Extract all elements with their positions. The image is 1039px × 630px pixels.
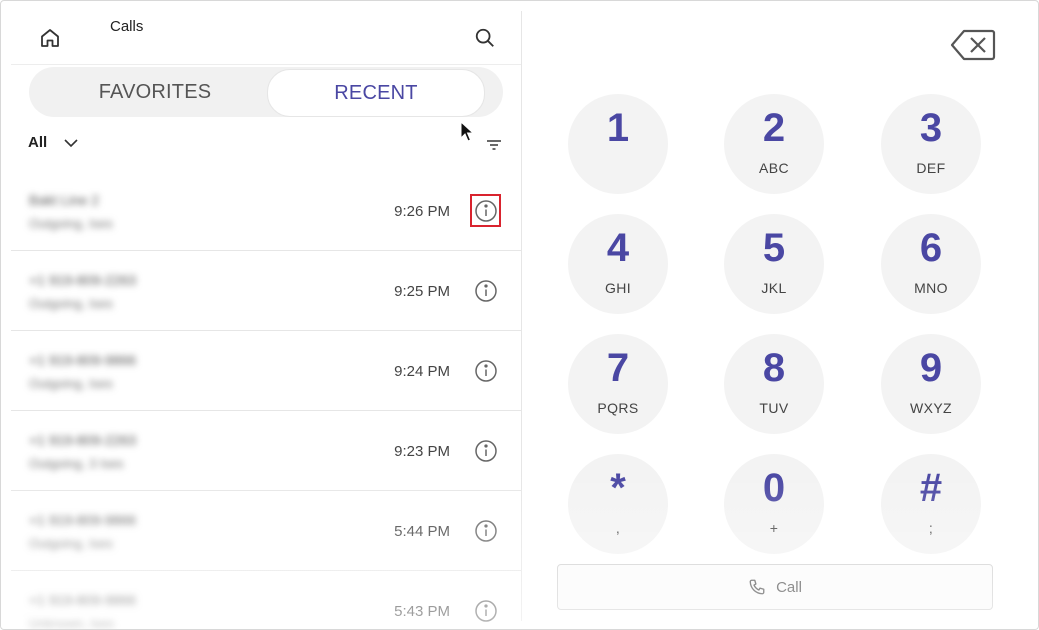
dialpad: 1 2 ABC 3 DEF 4 GHI 5 JKL 6 MNO 7 PQRS 8	[568, 94, 981, 554]
dial-letters: +	[769, 520, 779, 536]
mouse-cursor-icon	[460, 121, 474, 142]
dial-key-6[interactable]: 6 MNO	[881, 214, 981, 314]
call-name: +1 919-809-9866	[29, 352, 137, 368]
dial-key-3[interactable]: 3 DEF	[881, 94, 981, 194]
page-title: Calls	[110, 18, 144, 35]
call-name: +1 919-809-2263	[29, 272, 137, 288]
call-name: +1 919-809-9866	[29, 512, 137, 528]
call-row[interactable]: +1 919-809-9866 Unknown, Ises 5:43 PM	[11, 571, 521, 630]
call-time: 9:24 PM	[394, 363, 450, 380]
call-info-button[interactable]	[472, 437, 500, 465]
dial-key-0[interactable]: 0 +	[724, 454, 824, 554]
info-icon	[475, 520, 497, 542]
filter-label: All	[28, 134, 48, 151]
call-time: 5:44 PM	[394, 523, 450, 540]
call-detail: Outgoing, Ises	[29, 296, 113, 311]
call-detail: Outgoing, Ises	[29, 376, 113, 391]
home-button[interactable]	[35, 23, 65, 53]
call-detail: Unknown, Ises	[29, 616, 115, 630]
dial-key-2[interactable]: 2 ABC	[724, 94, 824, 194]
tab-recent[interactable]: RECENT	[267, 69, 485, 117]
backspace-button[interactable]	[949, 27, 997, 63]
call-info-button[interactable]	[472, 517, 500, 545]
dial-letters: TUV	[759, 400, 789, 416]
dial-digit: 8	[762, 346, 786, 390]
dial-letters: GHI	[604, 280, 632, 296]
sort-button[interactable]	[483, 134, 505, 156]
call-row[interactable]: +1 919-809-2263 Outgoing, 3 Ises 9:23 PM	[11, 411, 521, 491]
dial-digit: 0	[762, 466, 786, 510]
dial-letters: DEF	[916, 160, 946, 176]
call-info-button[interactable]	[472, 597, 500, 625]
call-info-button[interactable]	[470, 194, 501, 227]
call-time: 9:26 PM	[394, 203, 450, 220]
call-name: +1 919-809-2263	[29, 432, 137, 448]
dial-letters: MNO	[914, 280, 948, 296]
search-icon	[475, 28, 494, 47]
dial-letters: ;	[928, 520, 934, 536]
dial-digit: 3	[919, 106, 943, 150]
call-time: 9:23 PM	[394, 443, 450, 460]
call-detail: Outgoing, Ises	[29, 536, 113, 551]
dial-key-5[interactable]: 5 JKL	[724, 214, 824, 314]
dial-digit: 2	[762, 106, 786, 150]
dial-key-hash[interactable]: # ;	[881, 454, 981, 554]
dial-digit: 1	[606, 106, 630, 150]
dial-letters: ,	[615, 520, 621, 536]
call-row[interactable]: +1 919-809-9866 Outgoing, Ises 9:24 PM	[11, 331, 521, 411]
dial-letters: ABC	[759, 160, 789, 176]
app-window: Calls FAVORITES RECENT All Bakt Line 2 O…	[0, 0, 1039, 630]
call-button[interactable]: Call	[557, 564, 993, 610]
call-info-button[interactable]	[472, 357, 500, 385]
dial-digit: 6	[919, 226, 943, 270]
call-name: Bakt Line 2	[29, 192, 100, 208]
dial-letters: PQRS	[597, 400, 639, 416]
dial-key-7[interactable]: 7 PQRS	[568, 334, 668, 434]
phone-icon	[749, 579, 765, 595]
search-button[interactable]	[470, 23, 500, 53]
dial-letters: JKL	[761, 280, 787, 296]
tab-bar: FAVORITES RECENT	[29, 67, 503, 117]
dial-digit: *	[610, 466, 626, 510]
header-divider	[11, 64, 521, 65]
tab-favorites[interactable]: FAVORITES	[29, 69, 281, 115]
pane-divider	[521, 11, 522, 621]
dial-key-9[interactable]: 9 WXYZ	[881, 334, 981, 434]
call-time: 9:25 PM	[394, 283, 450, 300]
dial-key-4[interactable]: 4 GHI	[568, 214, 668, 314]
dial-key-8[interactable]: 8 TUV	[724, 334, 824, 434]
backspace-icon	[950, 29, 996, 61]
call-button-label: Call	[776, 578, 802, 596]
call-name: +1 919-809-9866	[29, 592, 137, 608]
info-icon	[475, 280, 497, 302]
info-icon	[475, 600, 497, 622]
dial-letters: WXYZ	[909, 400, 953, 416]
dial-digit: 7	[606, 346, 630, 390]
call-row[interactable]: +1 919-809-9866 Outgoing, Ises 5:44 PM	[11, 491, 521, 571]
call-time: 5:43 PM	[394, 603, 450, 620]
call-detail: Outgoing, 3 Ises	[29, 456, 124, 471]
dial-digit: 5	[762, 226, 786, 270]
info-icon	[474, 199, 497, 222]
call-detail: Outgoing, Ises	[29, 216, 113, 231]
recent-calls-list: Bakt Line 2 Outgoing, Ises 9:26 PM +1 91…	[11, 171, 521, 630]
home-icon	[41, 29, 59, 47]
filter-dropdown[interactable]: All	[28, 134, 79, 151]
dial-digit: 9	[919, 346, 943, 390]
info-icon	[475, 360, 497, 382]
calls-pane: Calls FAVORITES RECENT All Bakt Line 2 O…	[1, 1, 521, 630]
dial-digit: 4	[606, 226, 630, 270]
call-row[interactable]: +1 919-809-2263 Outgoing, Ises 9:25 PM	[11, 251, 521, 331]
dial-digit: #	[919, 466, 943, 510]
call-info-button[interactable]	[472, 277, 500, 305]
chevron-down-icon	[64, 138, 78, 147]
call-row[interactable]: Bakt Line 2 Outgoing, Ises 9:26 PM	[11, 171, 521, 251]
dial-key-1[interactable]: 1	[568, 94, 668, 194]
info-icon	[475, 440, 497, 462]
sort-icon	[487, 140, 501, 150]
dial-key-star[interactable]: * ,	[568, 454, 668, 554]
